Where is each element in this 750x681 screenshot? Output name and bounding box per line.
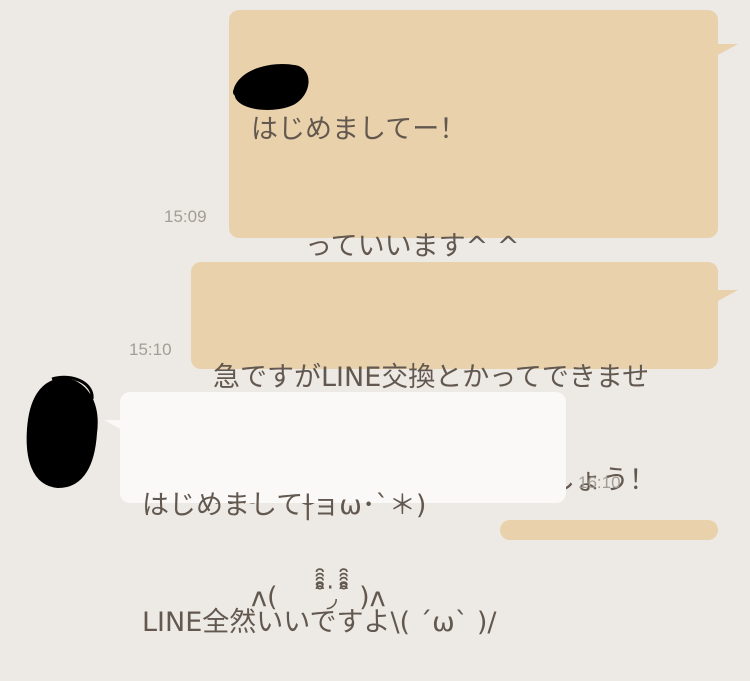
bubble-tail — [716, 290, 738, 302]
message-line: LINE全然いいですよ\( ´ω` )/ — [142, 607, 497, 638]
outgoing-message-bubble-partial[interactable] — [500, 520, 718, 540]
redaction-scribble — [233, 64, 309, 110]
outgoing-message-bubble[interactable]: 急ですがLINE交換とかってできませ んか？😅 — [191, 262, 718, 510]
timestamp: 15:09 — [164, 207, 207, 226]
message-line: はじめましてー！ — [251, 114, 467, 145]
incoming-message-bubble[interactable]: はじめまして|ョω･`＊) LINE全然いいですよ\( ´ω` )/ — [120, 392, 566, 638]
bubble-tail — [104, 420, 126, 432]
avatar[interactable] — [22, 373, 102, 491]
bubble-tail — [716, 44, 738, 56]
timestamp: 16:10 — [578, 473, 621, 492]
timestamp: 15:10 — [129, 340, 172, 359]
outgoing-message-bubble[interactable]: はじめましてー！ っていいます^ ^ よかったらやり取りしましょう！ ʌ( ˚̑… — [229, 10, 718, 613]
message-line: っていいます^ ^ — [251, 231, 520, 262]
message-line: はじめまして|ョω･`＊) — [142, 490, 427, 521]
